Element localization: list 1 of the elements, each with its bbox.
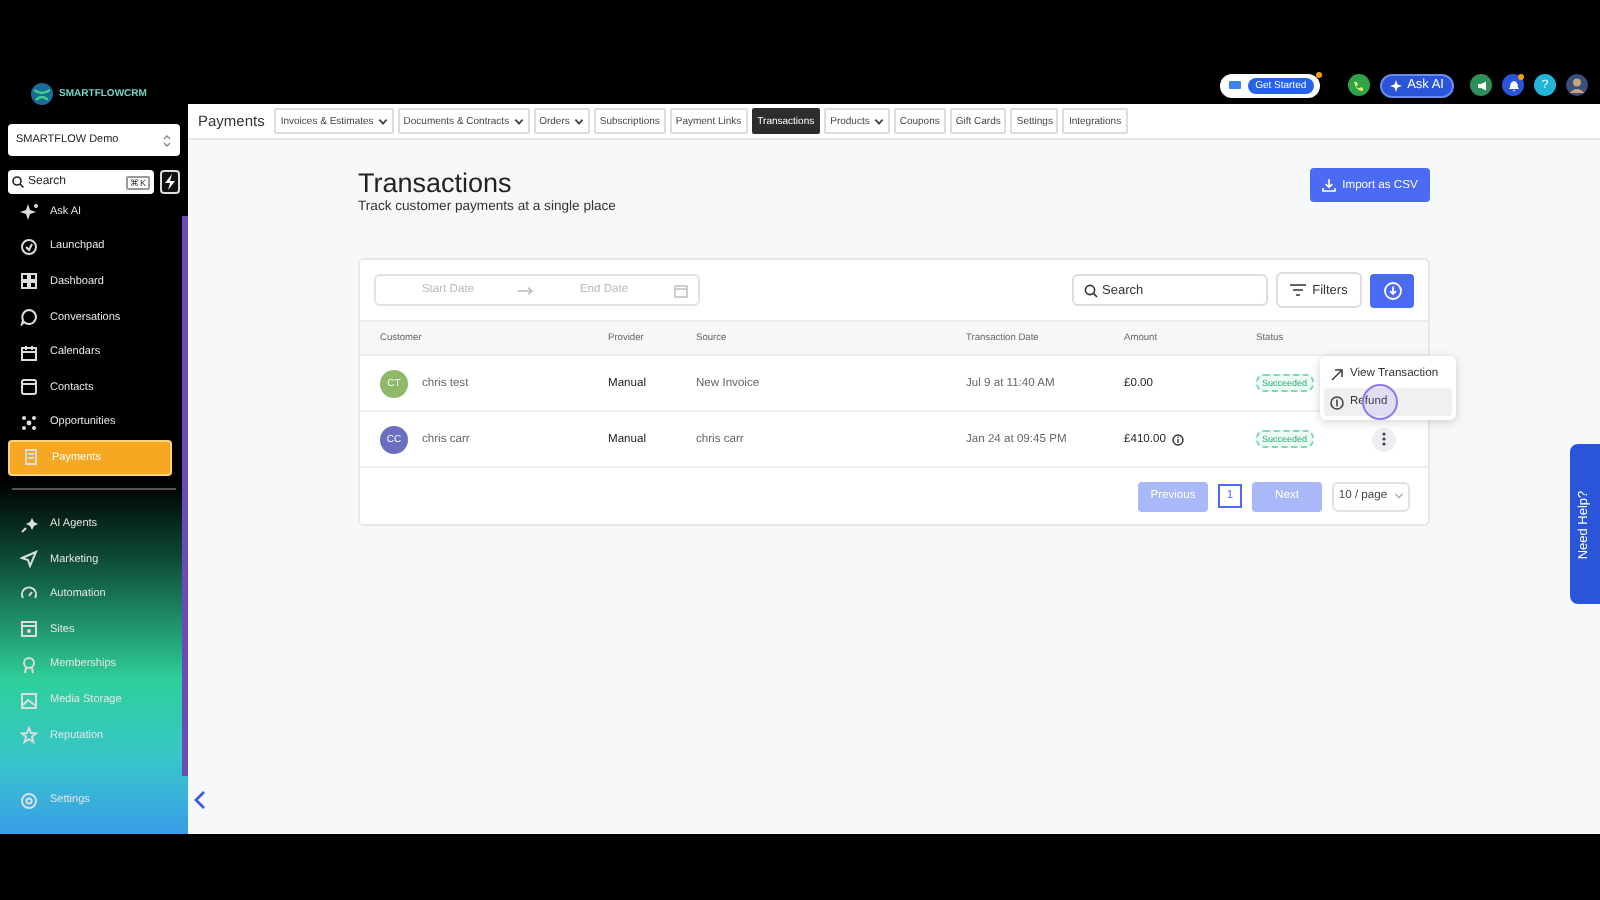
page-title: Transactions <box>358 168 514 200</box>
